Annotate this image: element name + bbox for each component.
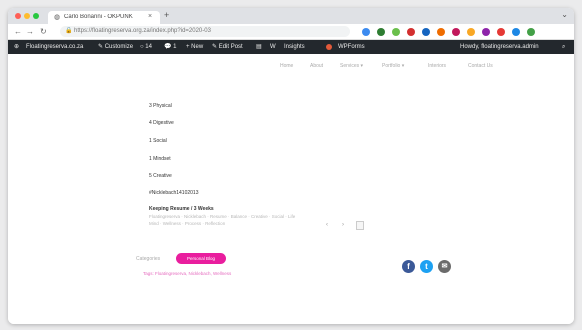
maximize-window-button[interactable] [33,13,39,19]
pager-next-button[interactable]: › [342,222,344,229]
insights-link[interactable]: Insights [284,43,305,51]
tab-close-button[interactable]: × [148,13,152,21]
twitter-share-icon[interactable]: t [420,260,433,273]
comments-link[interactable]: 💬 1 [164,43,176,51]
url-field[interactable]: 🔒 https://floatingreserva.org.za/index.p… [60,26,350,37]
extension-icon[interactable] [527,28,535,36]
extension-icon[interactable] [497,28,505,36]
post-line: 1 Social [149,138,167,144]
site-name-link[interactable]: Floatingreserva.co.za [26,43,83,51]
post-hashtag: #Nicklebach14102013 [149,190,199,196]
post-line: 3 Physical [149,103,172,109]
close-window-button[interactable] [15,13,21,19]
extension-icon[interactable] [512,28,520,36]
seo-icon[interactable]: ▤ [256,43,262,51]
url-text: https://floatingreserva.org.za/index.php… [74,28,211,34]
tag-list: Mind · Wellness · Process · Reflection [149,221,226,226]
back-button[interactable]: ← [14,27,22,36]
reload-button[interactable]: ↻ [40,27,47,36]
edit-post-link[interactable]: ✎ Edit Post [212,43,243,51]
tab-strip: ◍ Carlo Bonanni - OKPUNK × + ⌄ [8,8,574,24]
notification-dot [326,44,332,50]
nav-contact[interactable]: Contact Us [468,63,493,69]
new-tab-button[interactable]: + [164,11,169,20]
tag-list: Floatingreserva · Nicklebach · Resume · … [149,214,296,219]
extension-icon[interactable] [437,28,445,36]
search-icon[interactable]: ⌕ [562,43,565,51]
nav-interiors[interactable]: Interiors [428,63,446,69]
extension-icon[interactable] [407,28,415,36]
category-label: Categories [136,256,161,262]
wp-logo-icon[interactable]: ⊕ [14,43,19,51]
facebook-share-icon[interactable]: f [402,260,415,273]
jetpack-icon[interactable]: W [270,43,276,51]
browser-window: ◍ Carlo Bonanni - OKPUNK × + ⌄ ← → ↻ 🔒 h… [8,8,574,324]
customize-link[interactable]: ✎ Customize [98,43,133,51]
email-share-icon[interactable]: ✉ [438,260,451,273]
account-greeting[interactable]: Howdy, floatingreserva.admin [460,43,539,51]
extension-icon[interactable] [467,28,475,36]
forward-button[interactable]: → [26,27,34,36]
minimize-window-button[interactable] [24,13,30,19]
extension-icon[interactable] [392,28,400,36]
tab-title: Carlo Bonanni - OKPUNK [64,14,133,20]
new-content-link[interactable]: + New [186,43,203,51]
site-navigation: Home About Services ▾ Portfolio ▾ Interi… [8,54,574,78]
globe-icon: ◍ [54,14,61,21]
extension-icon[interactable] [362,28,370,36]
extension-icon[interactable] [422,28,430,36]
post-subheading: Keeping Resume / 3 Weeks [149,206,214,212]
wp-admin-bar: ⊕ Floatingreserva.co.za ✎ Customize ○ 14… [8,40,574,54]
updates-link[interactable]: ○ 14 [140,43,152,51]
nav-portfolio[interactable]: Portfolio ▾ [382,63,404,69]
extension-icon[interactable] [482,28,490,36]
tab-search-icon[interactable]: ⌄ [561,11,568,19]
lock-icon: 🔒 [65,28,73,34]
post-line: 5 Creative [149,173,172,179]
post-line: 1 Mindset [149,156,171,162]
category-badge[interactable]: Personal Blog [176,253,226,264]
page-thumbnail-icon[interactable] [356,221,364,230]
category-badge-text: Personal Blog [186,256,216,261]
post-line: 4 Digestive [149,120,174,126]
nav-services[interactable]: Services ▾ [340,63,363,69]
extension-icon[interactable] [377,28,385,36]
extension-icon[interactable] [452,28,460,36]
nav-home[interactable]: Home [280,63,293,69]
post-content: 3 Physical 4 Digestive 1 Social 1 Mindse… [8,78,574,324]
tab-active[interactable]: ◍ Carlo Bonanni - OKPUNK × [48,11,160,24]
nav-about[interactable]: About [310,63,323,69]
tags-line[interactable]: Tags: Floatingreserva, Nicklebach, Welln… [143,271,231,277]
pager-prev-button[interactable]: ‹ [326,222,328,229]
address-bar-row: ← → ↻ 🔒 https://floatingreserva.org.za/i… [8,24,574,40]
wpforms-link[interactable]: WPForms [338,43,365,51]
